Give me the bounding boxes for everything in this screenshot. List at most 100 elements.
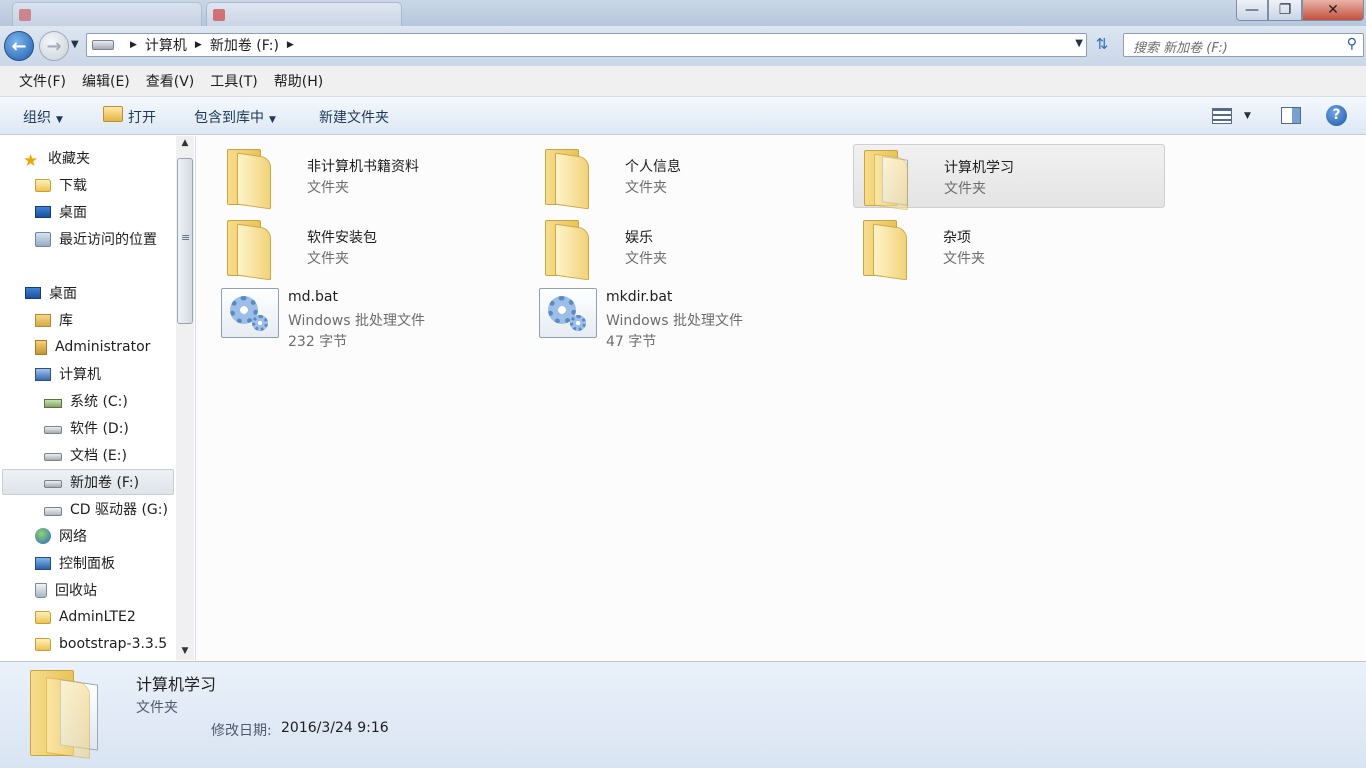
address-history-dropdown[interactable]: ▼ <box>1075 38 1083 49</box>
app-icon <box>213 9 225 21</box>
breadcrumb-separator-icon[interactable]: ▶ <box>287 40 294 50</box>
help-icon[interactable]: ? <box>1326 105 1347 126</box>
breadcrumb-separator-icon[interactable]: ▶ <box>130 40 137 50</box>
preview-pane-icon[interactable] <box>1281 107 1301 124</box>
sidebar-item-label: CD 驱动器 (G:) <box>70 502 168 518</box>
download-folder-icon <box>35 178 51 192</box>
file-item[interactable]: 软件安装包 文件夹 <box>217 215 529 281</box>
file-item[interactable]: 个人信息 文件夹 <box>535 144 847 210</box>
file-name: md.bat <box>288 289 338 305</box>
sidebar-item-label: bootstrap-3.3.5 <box>59 636 168 652</box>
sidebar-item-downloads[interactable]: 下载 <box>35 172 87 198</box>
breadcrumb-separator-icon[interactable]: ▶ <box>195 40 202 50</box>
file-item[interactable]: 娱乐 文件夹 <box>535 215 847 281</box>
scroll-up-icon[interactable]: ▲ <box>176 138 194 148</box>
sidebar-item-administrator[interactable]: Administrator <box>35 334 150 360</box>
sidebar-item-label: 文档 (E:) <box>70 448 127 464</box>
file-item[interactable]: 非计算机书籍资料 文件夹 <box>217 144 529 210</box>
scrollbar-thumb[interactable]: ≡ <box>177 158 193 324</box>
organize-button[interactable]: 组织 ▼ <box>23 107 63 127</box>
menu-file[interactable]: 文件(F) <box>19 71 66 91</box>
open-button[interactable]: 打开 <box>128 107 156 127</box>
include-in-library-label: 包含到库中 <box>194 110 264 126</box>
recycle-bin-icon <box>35 582 47 598</box>
recent-pages-dropdown[interactable]: ▼ <box>71 39 79 50</box>
sidebar-item-libraries[interactable]: 库 <box>35 307 73 333</box>
folder-icon <box>35 637 51 651</box>
background-window-tab[interactable] <box>206 2 402 26</box>
sidebar-item-desktop-favorite[interactable]: 桌面 <box>35 199 87 225</box>
search-icon[interactable]: ⚲ <box>1347 36 1357 52</box>
menu-help[interactable]: 帮助(H) <box>274 71 323 91</box>
forward-button[interactable]: → <box>39 31 69 61</box>
cd-drive-icon <box>44 506 62 516</box>
include-in-library-button[interactable]: 包含到库中 ▼ <box>194 107 276 127</box>
file-type: Windows 批处理文件 <box>288 313 425 329</box>
sidebar-item-network[interactable]: 网络 <box>35 523 87 549</box>
menu-view[interactable]: 查看(V) <box>146 71 195 91</box>
file-name: 计算机学习 <box>944 160 1014 176</box>
address-bar[interactable]: ▶ 计算机 ▶ 新加卷 (F:) ▶ ▼ <box>86 33 1087 57</box>
sidebar-item-label: AdminLTE2 <box>59 609 136 625</box>
folder-icon <box>543 149 593 210</box>
drive-icon <box>92 40 114 50</box>
breadcrumb-drive-f[interactable]: 新加卷 (F:) <box>210 35 279 55</box>
background-window-tab[interactable] <box>12 2 202 26</box>
sidebar-item-cd-drive-g[interactable]: CD 驱动器 (G:) <box>44 496 168 522</box>
back-button[interactable]: ← <box>4 31 34 61</box>
folder-with-documents-icon <box>862 150 912 211</box>
organize-label: 组织 <box>23 110 51 126</box>
navigation-pane: ★ 收藏夹 下载 桌面 最近访问的位置 桌面 库 Administrator 计算… <box>0 136 196 660</box>
sidebar-scrollbar[interactable]: ▲ ≡ ▼ <box>176 136 194 660</box>
user-folder-icon <box>35 339 47 355</box>
library-icon <box>35 313 51 327</box>
sidebar-item-label: 网络 <box>59 529 87 545</box>
sidebar-item-drive-e[interactable]: 文档 (E:) <box>44 442 127 468</box>
file-list: 非计算机书籍资料 文件夹 个人信息 文件夹 计算机学习 文件夹 软件安装包 文件… <box>197 136 1366 660</box>
file-name: 个人信息 <box>625 159 681 175</box>
search-input[interactable]: 搜索 新加卷 (F:) ⚲ <box>1123 33 1364 57</box>
file-item[interactable]: mkdir.bat Windows 批处理文件 47 字节 <box>515 277 849 357</box>
scroll-down-icon[interactable]: ▼ <box>176 646 194 656</box>
sidebar-item-computer[interactable]: 计算机 <box>35 361 101 387</box>
sidebar-item-label: 软件 (D:) <box>70 421 129 437</box>
sidebar-item-favorites[interactable]: ★ 收藏夹 <box>23 145 90 171</box>
minimize-button[interactable]: — <box>1236 0 1268 21</box>
sidebar-item-desktop[interactable]: 桌面 <box>25 280 77 306</box>
sidebar-item-bootstrap[interactable]: bootstrap-3.3.5 <box>35 631 167 657</box>
view-options-dropdown[interactable]: ▼ <box>1244 111 1251 121</box>
breadcrumb-computer[interactable]: 计算机 <box>145 35 187 55</box>
open-folder-icon[interactable] <box>103 106 123 122</box>
file-item-selected[interactable]: 计算机学习 文件夹 <box>853 144 1165 211</box>
sidebar-item-label: 收藏夹 <box>48 151 90 167</box>
folder-icon <box>225 149 275 210</box>
sidebar-item-label: 计算机 <box>59 367 101 383</box>
file-name: 软件安装包 <box>307 230 377 246</box>
file-type: 文件夹 <box>625 251 667 267</box>
computer-icon <box>35 367 51 381</box>
menu-tools[interactable]: 工具(T) <box>210 71 257 91</box>
file-item[interactable]: 杂项 文件夹 <box>853 215 1165 281</box>
new-folder-label: 新建文件夹 <box>319 110 389 126</box>
sidebar-item-drive-c[interactable]: 系统 (C:) <box>44 388 128 414</box>
maximize-button[interactable]: ❐ <box>1268 0 1302 21</box>
menu-edit[interactable]: 编辑(E) <box>82 71 130 91</box>
sidebar-item-drive-f[interactable]: 新加卷 (F:) <box>2 469 174 495</box>
batch-file-icon <box>221 288 279 338</box>
sidebar-item-recycle-bin[interactable]: 回收站 <box>35 577 97 603</box>
sidebar-item-recent-places[interactable]: 最近访问的位置 <box>35 226 157 252</box>
file-type: 文件夹 <box>625 180 667 196</box>
restore-icon: ❐ <box>1278 2 1292 18</box>
file-item[interactable]: md.bat Windows 批处理文件 232 字节 <box>197 277 531 357</box>
folder-icon <box>225 220 275 281</box>
sidebar-item-control-panel[interactable]: 控制面板 <box>35 550 115 576</box>
change-view-icon[interactable] <box>1212 108 1232 124</box>
folder-with-documents-icon <box>30 670 110 762</box>
sidebar-item-drive-d[interactable]: 软件 (D:) <box>44 415 129 441</box>
new-folder-button[interactable]: 新建文件夹 <box>319 107 389 127</box>
details-item-name: 计算机学习 <box>136 675 217 694</box>
refresh-icon[interactable]: ⇅ <box>1091 35 1113 57</box>
close-button[interactable]: ✕ <box>1302 0 1364 21</box>
sidebar-item-adminlte2[interactable]: AdminLTE2 <box>35 604 136 630</box>
file-type: 文件夹 <box>307 180 349 196</box>
